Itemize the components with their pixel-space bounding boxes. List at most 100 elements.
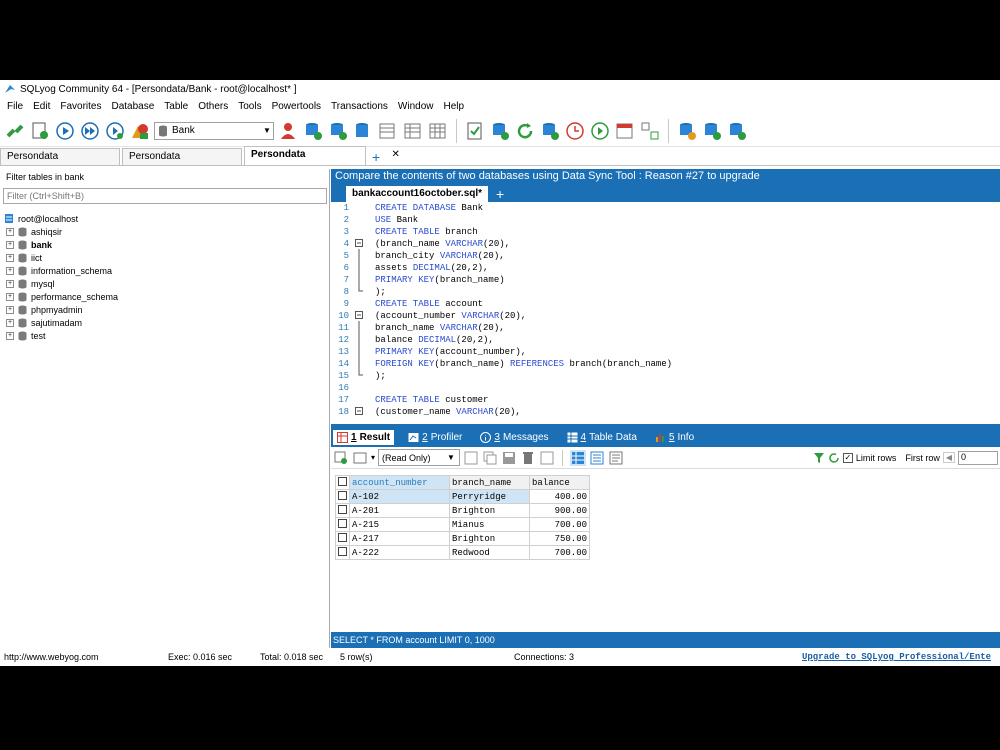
save-button[interactable]: [501, 450, 517, 466]
expand-icon[interactable]: +: [6, 227, 14, 236]
table-cell[interactable]: A-215: [349, 517, 450, 532]
sql-editor[interactable]: 1 CREATE DATABASE Bank 2 USE Bank 3 CREATE TA…: [331, 202, 1000, 424]
table-cell[interactable]: A-217: [349, 531, 450, 546]
tab-profiler[interactable]: 2 Profiler: [404, 430, 466, 445]
tree-database-item[interactable]: + test: [4, 329, 329, 342]
column-header[interactable]: account_number: [349, 475, 450, 490]
table-cell[interactable]: Brighton: [449, 531, 530, 546]
db-copy-button[interactable]: [327, 120, 349, 142]
row-checkbox[interactable]: [335, 517, 350, 532]
duplicate-button[interactable]: [482, 450, 498, 466]
grid-button[interactable]: [427, 120, 449, 142]
tree-database-item[interactable]: + ashiqsir: [4, 225, 329, 238]
schema-objects-button[interactable]: [129, 120, 151, 142]
menu-favorites[interactable]: Favorites: [55, 101, 106, 112]
row-checkbox[interactable]: [335, 503, 350, 518]
expand-icon[interactable]: +: [6, 279, 14, 288]
table-cell[interactable]: A-201: [349, 503, 450, 518]
table-cell[interactable]: 900.00: [529, 503, 590, 518]
chevron-left-icon[interactable]: ◀: [942, 452, 955, 463]
menu-window[interactable]: Window: [393, 101, 439, 112]
query-builder-button[interactable]: [614, 120, 636, 142]
tree-database-item[interactable]: + information_schema: [4, 264, 329, 277]
db-sync-button[interactable]: [302, 120, 324, 142]
fold-toggle-icon[interactable]: [351, 405, 375, 417]
menu-help[interactable]: Help: [439, 101, 470, 112]
fold-toggle-icon[interactable]: [351, 237, 375, 249]
result-grid[interactable]: account_number branch_name balance A-102 Per…: [335, 475, 590, 560]
menu-others[interactable]: Others: [193, 101, 233, 112]
tree-database-item[interactable]: + sajutimadam: [4, 316, 329, 329]
text-view-button[interactable]: [608, 450, 624, 466]
menu-tools[interactable]: Tools: [233, 101, 266, 112]
table-cell[interactable]: 700.00: [529, 545, 590, 560]
db-backup-button[interactable]: [352, 120, 374, 142]
history-button[interactable]: [589, 120, 611, 142]
db-restore-button[interactable]: [726, 120, 748, 142]
refresh-button[interactable]: [514, 120, 536, 142]
schema-designer-button[interactable]: [377, 120, 399, 142]
scheduler-button[interactable]: [564, 120, 586, 142]
query-tab[interactable]: bankaccount16october.sql*: [346, 186, 489, 202]
fold-toggle-icon[interactable]: [351, 309, 375, 321]
add-row-button[interactable]: [333, 450, 349, 466]
table-row[interactable]: A-215 Mianus 700.00: [335, 517, 590, 532]
db-export-button[interactable]: [676, 120, 698, 142]
db-import-button[interactable]: [539, 120, 561, 142]
connection-tab-3[interactable]: Persondata ✕: [244, 146, 400, 165]
database-select[interactable]: Bank ▼: [154, 121, 274, 140]
refresh-icon[interactable]: [828, 452, 840, 464]
grid-view-button[interactable]: [570, 449, 587, 466]
menu-table[interactable]: Table: [159, 101, 193, 112]
expand-icon[interactable]: +: [6, 331, 14, 340]
tree-database-item[interactable]: + mysql: [4, 277, 329, 290]
table-cell[interactable]: 700.00: [529, 517, 590, 532]
filter-icon[interactable]: [813, 452, 825, 464]
db-transfer-button[interactable]: [701, 120, 723, 142]
tab-table-data[interactable]: 4 Table Data: [563, 430, 641, 445]
tree-root[interactable]: root@localhost: [4, 212, 329, 225]
schema-compare-button[interactable]: [639, 120, 661, 142]
row-checkbox[interactable]: [335, 531, 350, 546]
execute-query-button[interactable]: [54, 120, 76, 142]
check-button[interactable]: [464, 120, 486, 142]
table-row[interactable]: A-201 Brighton 900.00: [335, 503, 590, 518]
execute-all-button[interactable]: [79, 120, 101, 142]
connection-tab-1[interactable]: Persondata: [0, 148, 120, 165]
tree-database-item[interactable]: + iict: [4, 251, 329, 264]
form-view-button[interactable]: [589, 450, 605, 466]
tree-database-item[interactable]: + performance_schema: [4, 290, 329, 303]
refresh-result-button[interactable]: [539, 450, 555, 466]
tab-messages[interactable]: 3 Messages: [476, 430, 552, 445]
table-cell[interactable]: Perryridge: [449, 489, 530, 504]
table-row[interactable]: A-102 Perryridge 400.00: [335, 489, 590, 504]
expand-icon[interactable]: +: [6, 266, 14, 275]
caret-down-icon[interactable]: ▾: [371, 453, 375, 462]
connection-tab-2[interactable]: Persondata: [122, 148, 242, 165]
tree-database-item[interactable]: + phpmyadmin: [4, 303, 329, 316]
status-url[interactable]: http://www.webyog.com: [4, 652, 99, 662]
limit-rows-checkbox[interactable]: ✓: [842, 452, 853, 463]
upgrade-link[interactable]: Upgrade to SQLyog Professional/Ente: [802, 652, 991, 662]
tree-database-item[interactable]: + bank: [4, 238, 329, 251]
tab-result[interactable]: 1 Result: [333, 430, 395, 445]
execute-edit-button[interactable]: [104, 120, 126, 142]
menu-database[interactable]: Database: [106, 101, 159, 112]
table-cell[interactable]: 750.00: [529, 531, 590, 546]
table-cell[interactable]: Redwood: [449, 545, 530, 560]
column-header[interactable]: balance: [529, 475, 590, 490]
user-manager-button[interactable]: [277, 120, 299, 142]
expand-icon[interactable]: +: [6, 253, 14, 262]
insert-button[interactable]: [463, 450, 479, 466]
table-cell[interactable]: A-102: [349, 489, 450, 504]
add-query-tab-button[interactable]: +: [496, 186, 504, 202]
refresh-db-button[interactable]: [489, 120, 511, 142]
new-connection-button[interactable]: [4, 120, 26, 142]
table-filter-input[interactable]: Filter (Ctrl+Shift+B): [3, 188, 327, 204]
select-all-cell[interactable]: [335, 475, 350, 490]
first-row-input[interactable]: 0: [958, 450, 998, 465]
table-row[interactable]: A-222 Redwood 700.00: [335, 545, 590, 560]
expand-icon[interactable]: +: [6, 305, 14, 314]
table-cell[interactable]: 400.00: [529, 489, 590, 504]
row-checkbox[interactable]: [335, 489, 350, 504]
